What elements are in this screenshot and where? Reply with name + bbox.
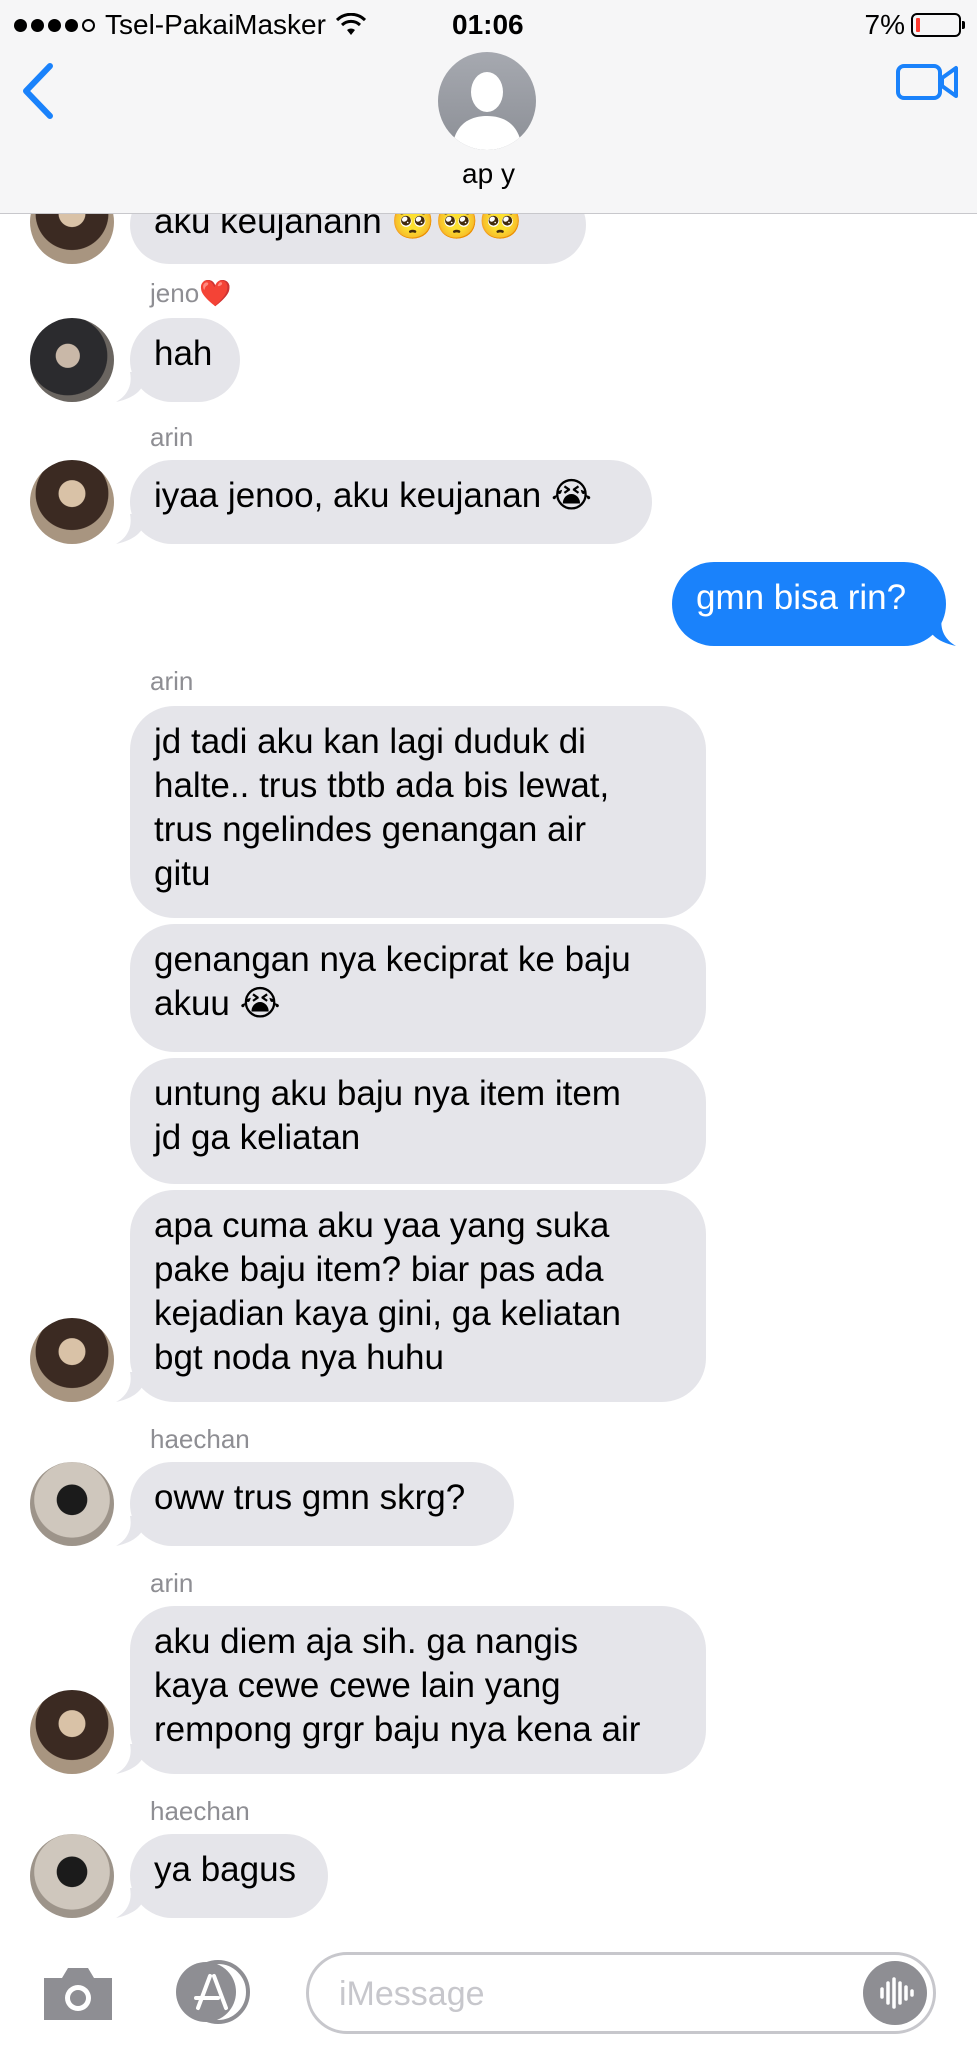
wifi-icon xyxy=(335,13,366,35)
message-bubble[interactable]: apa cuma aku yaa yang suka pake baju ite… xyxy=(130,1190,706,1402)
message-bubble[interactable]: genangan nya keciprat ke baju akuu 😭 xyxy=(130,924,706,1052)
message-bubble[interactable]: untung aku baju nya item item jd ga keli… xyxy=(130,1058,706,1184)
battery-icon xyxy=(911,13,965,37)
avatar-arin[interactable] xyxy=(30,460,114,544)
app-store-icon[interactable] xyxy=(168,1960,256,2024)
camera-icon[interactable] xyxy=(40,1964,116,2022)
message-bubble[interactable]: iyaa jenoo, aku keujanan 😭 xyxy=(130,460,652,544)
signal-carrier: Tsel-PakaiMasker xyxy=(14,8,366,42)
video-call-icon[interactable] xyxy=(895,60,959,104)
message-input-placeholder: iMessage xyxy=(339,1975,485,2013)
message-bubble[interactable]: hah xyxy=(130,318,240,402)
message-bubble[interactable]: ya bagus xyxy=(130,1834,328,1918)
avatar-haechan[interactable] xyxy=(30,1834,114,1918)
avatar-haechan[interactable] xyxy=(30,1462,114,1546)
message-input[interactable]: iMessage xyxy=(306,1952,936,2034)
sender-name: arin xyxy=(150,666,194,696)
person-icon xyxy=(452,72,522,150)
message-bubble[interactable]: jd tadi aku kan lagi duduk di halte.. tr… xyxy=(130,706,706,918)
avatar-arin[interactable] xyxy=(30,1690,114,1774)
sender-name: arin xyxy=(150,422,194,452)
carrier-name: Tsel-PakaiMasker xyxy=(105,9,326,40)
contact-avatar[interactable] xyxy=(438,52,536,150)
message-bubble-outgoing[interactable]: gmn bisa rin? xyxy=(672,562,946,646)
sender-name: arin xyxy=(150,1568,194,1598)
bubble-tail-outgoing xyxy=(926,616,956,646)
sender-name: jeno❤️ xyxy=(150,278,232,308)
chat-header: Tsel-PakaiMasker 01:06 7% ap y xyxy=(0,0,977,214)
battery-percent: 7% xyxy=(864,9,905,40)
sender-name: haechan xyxy=(150,1424,250,1454)
clock: 01:06 xyxy=(452,9,524,40)
signal-strength-icon xyxy=(14,18,95,32)
message-bubble[interactable]: oww trus gmn skrg? xyxy=(130,1462,514,1546)
contact-name[interactable]: ap y xyxy=(0,158,977,190)
compose-bar: iMessage xyxy=(0,1924,977,2048)
audio-message-icon[interactable] xyxy=(863,1961,927,2025)
message-bubble[interactable]: aku diem aja sih. ga nangis kaya cewe ce… xyxy=(130,1606,706,1774)
avatar-arin[interactable] xyxy=(30,1318,114,1402)
battery-status: 7% xyxy=(864,8,965,42)
avatar-jeno[interactable] xyxy=(30,318,114,402)
sender-name: haechan xyxy=(150,1796,250,1826)
back-icon[interactable] xyxy=(18,62,58,120)
